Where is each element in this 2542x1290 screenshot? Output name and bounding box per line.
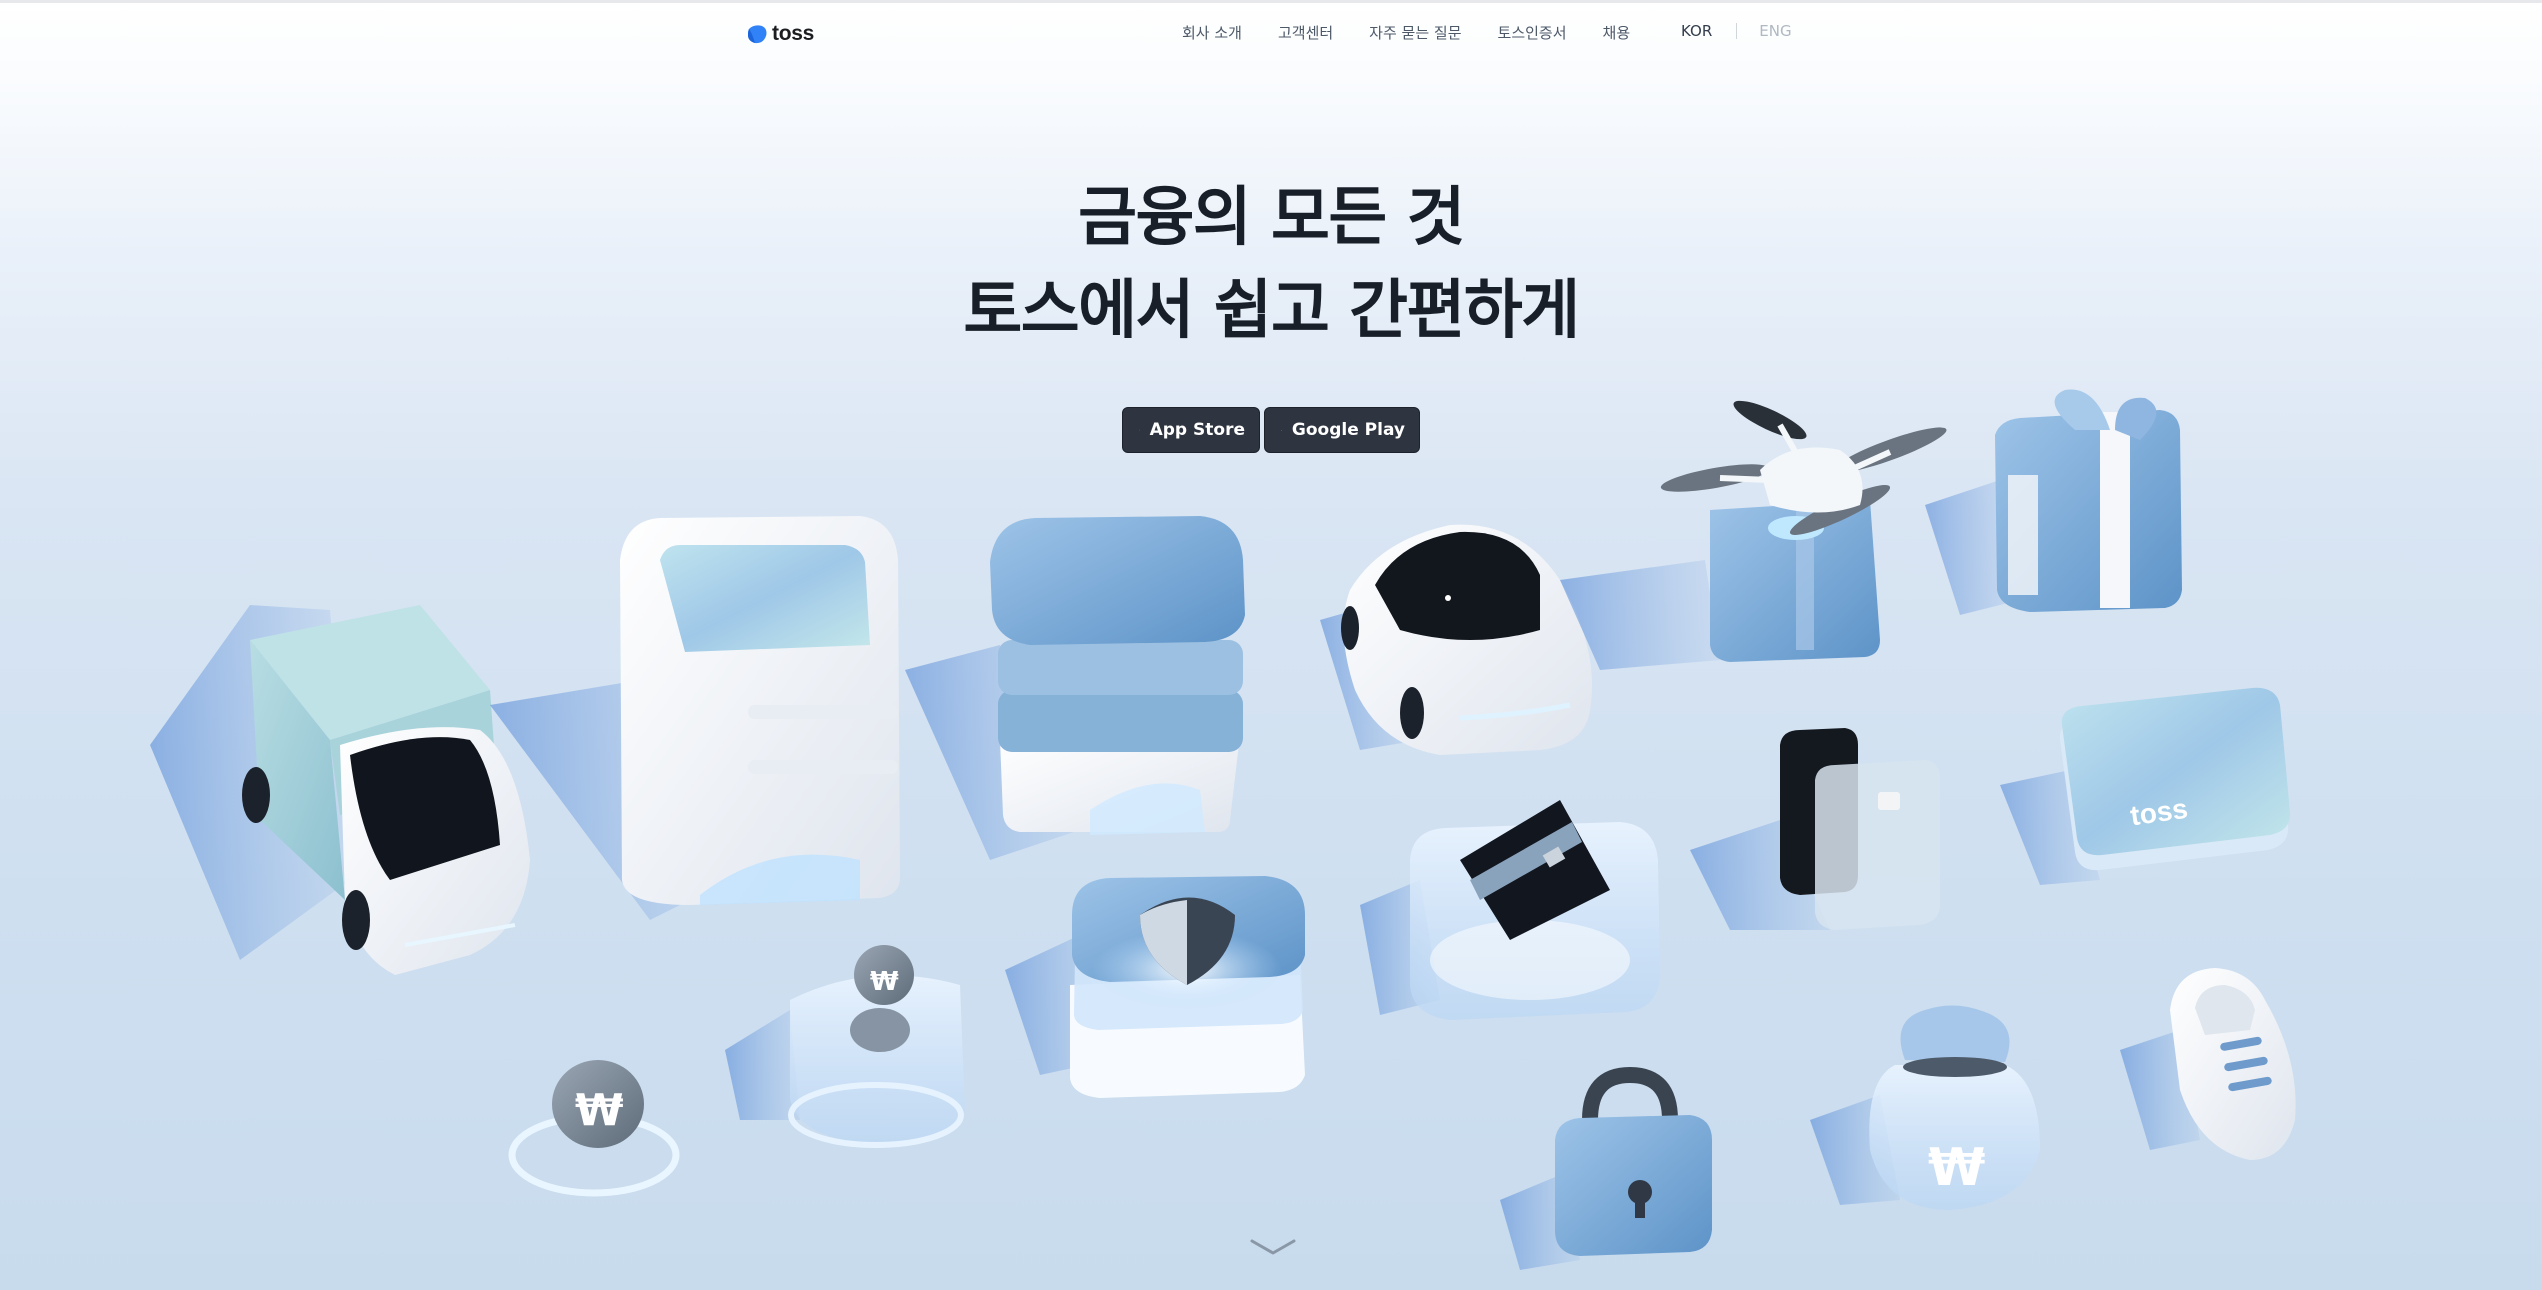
svg-text:₩: ₩ [1928,1138,1985,1198]
site-header: toss 회사 소개 고객센터 자주 묻는 질문 토스인증서 채용 KOR EN… [0,3,2542,61]
drone-illustration [1560,400,1947,670]
coin-illustration: ₩ [508,1060,680,1197]
gift-box-illustration [1925,389,2182,615]
nav-item-support[interactable]: 고객센터 [1278,22,1333,43]
app-store-label: App Store [1149,420,1245,440]
chevron-down-icon[interactable] [1250,1238,1296,1256]
lang-divider [1736,23,1738,39]
apple-icon [1139,429,1140,431]
store-buttons: App Store Google Play [1122,407,1420,453]
hero-title-line2: 토스에서 쉽고 간편하게 [963,274,1580,348]
hero-title-line1: 금융의 모든 것 [1078,181,1465,255]
svg-text:₩: ₩ [575,1085,624,1136]
nav-item-company[interactable]: 회사 소개 [1182,22,1242,43]
car-illustration [1320,524,1592,755]
server-illustration [905,516,1245,860]
nav-item-faq[interactable]: 자주 묻는 질문 [1369,22,1461,43]
language-switcher: KOR ENG [1681,22,1792,40]
lock-illustration [1500,1066,1712,1270]
toss-card-illustration: toss [2000,687,2291,885]
lang-kor[interactable]: KOR [1681,22,1712,40]
logo-text: toss [772,22,814,45]
truck-illustration [150,605,530,975]
main-nav: 회사 소개 고객센터 자주 묻는 질문 토스인증서 채용 [1182,22,1630,43]
google-play-button[interactable]: Google Play [1264,407,1420,453]
app-store-button[interactable]: App Store [1122,407,1260,453]
sneaker-illustration [2120,968,2296,1160]
google-play-label: Google Play [1291,420,1405,440]
nav-item-certificate[interactable]: 토스인증서 [1498,22,1567,43]
toss-logo[interactable]: toss [746,20,814,48]
money-bag-illustration: ₩ [1810,1005,2040,1210]
kiosk-illustration [490,516,900,920]
coin-jar-illustration: ₩ [725,945,965,1148]
shield-illustration [1005,876,1305,1098]
cards-illustration [1690,728,1940,930]
toss-logo-icon [748,25,767,44]
svg-text:₩: ₩ [870,967,899,997]
google-play-icon [1281,429,1282,431]
hero-title: 금융의 모든 것 토스에서 쉽고 간편하게 [0,172,2542,358]
card-on-glass-illustration [1360,800,1660,1020]
lang-eng[interactable]: ENG [1759,22,1791,40]
nav-item-careers[interactable]: 채용 [1603,22,1631,43]
